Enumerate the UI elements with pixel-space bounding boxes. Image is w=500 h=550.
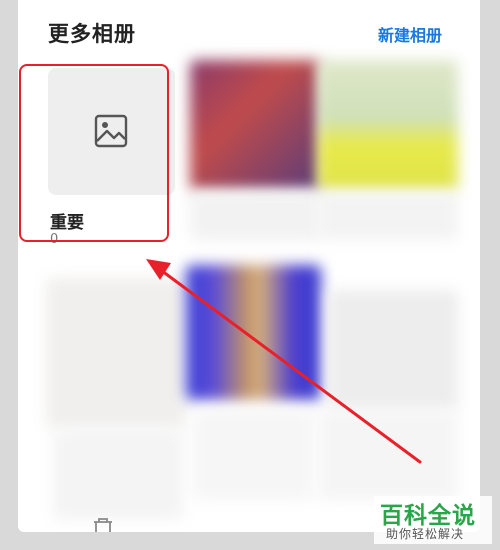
- watermark-subtitle: 助你轻松解决: [386, 527, 465, 541]
- album-label-blurred: [318, 192, 458, 240]
- album-thumbnail[interactable]: [328, 290, 458, 410]
- album-label-blurred: [318, 410, 458, 500]
- album-label-blurred: [193, 410, 313, 500]
- album-thumbnail[interactable]: [190, 60, 320, 190]
- new-album-button[interactable]: 新建相册: [378, 22, 442, 46]
- album-label-blurred: [53, 430, 183, 520]
- album-label-blurred: [190, 192, 320, 240]
- trash-icon[interactable]: [91, 516, 115, 532]
- page-title: 更多相册: [48, 22, 136, 46]
- watermark: 百科全说 助你轻松解决: [374, 496, 492, 544]
- highlight-box: [19, 64, 169, 242]
- album-thumbnail[interactable]: [318, 60, 458, 190]
- album-thumbnail[interactable]: [46, 278, 186, 428]
- album-thumbnail[interactable]: [186, 265, 321, 400]
